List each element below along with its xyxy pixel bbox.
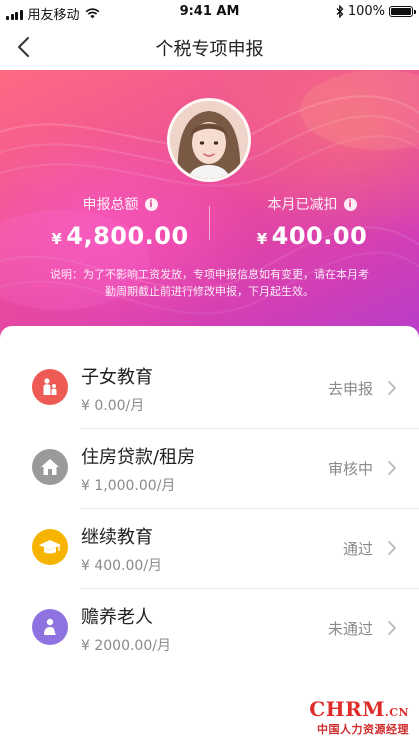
- watermark-logo: CHRM: [309, 697, 385, 721]
- list-item-continuing-education[interactable]: 继续教育 ¥ 400.00/月 通过: [0, 509, 419, 589]
- total-declared-value: ¥4,800.00: [30, 222, 210, 250]
- total-amount: 4,800.00: [66, 222, 189, 250]
- back-button[interactable]: [12, 34, 38, 60]
- item-status: 去申报: [327, 380, 373, 398]
- chevron-right-icon: [388, 541, 396, 555]
- summary-banner: 申报总额 i ¥4,800.00 本月已减扣 i ¥400.00 说明：为了不影…: [0, 70, 419, 360]
- total-declared: 申报总额 i ¥4,800.00: [30, 194, 210, 250]
- chevron-right-icon: [388, 461, 396, 475]
- item-status: 通过: [342, 540, 373, 558]
- battery-percent: 100%: [347, 4, 385, 19]
- item-title: 继续教育: [81, 527, 153, 548]
- page-title: 个税专项申报: [155, 39, 264, 60]
- item-amount: ¥ 2000.00/月: [81, 638, 171, 654]
- chevron-right-icon: [388, 621, 396, 635]
- item-amount: ¥ 0.00/月: [81, 398, 145, 414]
- avatar: [167, 98, 251, 182]
- elderly-icon: [32, 609, 68, 645]
- info-icon[interactable]: i: [343, 197, 357, 211]
- monthly-deducted-label: 本月已减扣: [267, 197, 338, 213]
- item-status: 未通过: [327, 620, 373, 638]
- item-title: 住房贷款/租房: [81, 447, 196, 468]
- avatar-portrait: [170, 101, 248, 179]
- list-item-housing-loan[interactable]: 住房贷款/租房 ¥ 1,000.00/月 审核中: [0, 429, 419, 509]
- status-bar: 用友移动 9:41 AM 100%: [0, 0, 419, 24]
- item-status: 审核中: [327, 460, 373, 478]
- deducted-currency: ¥: [256, 230, 268, 248]
- declaration-note: 说明：为了不影响工资发放，专项申报信息如有变更，请在本月考勤周期截止前进行修改申…: [50, 268, 369, 298]
- total-declared-label: 申报总额: [82, 197, 139, 213]
- watermark: CHRM.CN 中国人力资源经理: [299, 699, 409, 737]
- bluetooth-icon: [336, 5, 344, 18]
- status-right: 100%: [336, 4, 416, 19]
- graduation-cap-icon: [32, 529, 68, 565]
- info-icon[interactable]: i: [144, 197, 158, 211]
- nav-bar: 个税专项申报: [0, 24, 419, 70]
- list-item-elderly-support[interactable]: 赡养老人 ¥ 2000.00/月 未通过: [0, 589, 419, 669]
- watermark-suffix: .CN: [384, 706, 409, 719]
- item-amount: ¥ 400.00/月: [81, 558, 163, 574]
- deducted-amount: 400.00: [271, 222, 368, 250]
- list-item-child-education[interactable]: 子女教育 ¥ 0.00/月 去申报: [0, 349, 419, 429]
- total-currency: ¥: [51, 230, 63, 248]
- monthly-deducted-value: ¥400.00: [222, 222, 402, 250]
- monthly-deducted: 本月已减扣 i ¥400.00: [222, 194, 402, 250]
- family-icon: [32, 369, 68, 405]
- battery-icon: [389, 6, 416, 17]
- item-title: 子女教育: [81, 367, 153, 388]
- house-icon: [32, 449, 68, 485]
- chevron-right-icon: [388, 381, 396, 395]
- item-title: 赡养老人: [81, 607, 153, 628]
- watermark-subtitle: 中国人力资源经理: [317, 723, 409, 736]
- item-amount: ¥ 1,000.00/月: [81, 478, 176, 494]
- stat-divider: [209, 206, 210, 240]
- deduction-list: 子女教育 ¥ 0.00/月 去申报 住房贷款/租房 ¥ 1,000.00/月 审…: [0, 326, 419, 745]
